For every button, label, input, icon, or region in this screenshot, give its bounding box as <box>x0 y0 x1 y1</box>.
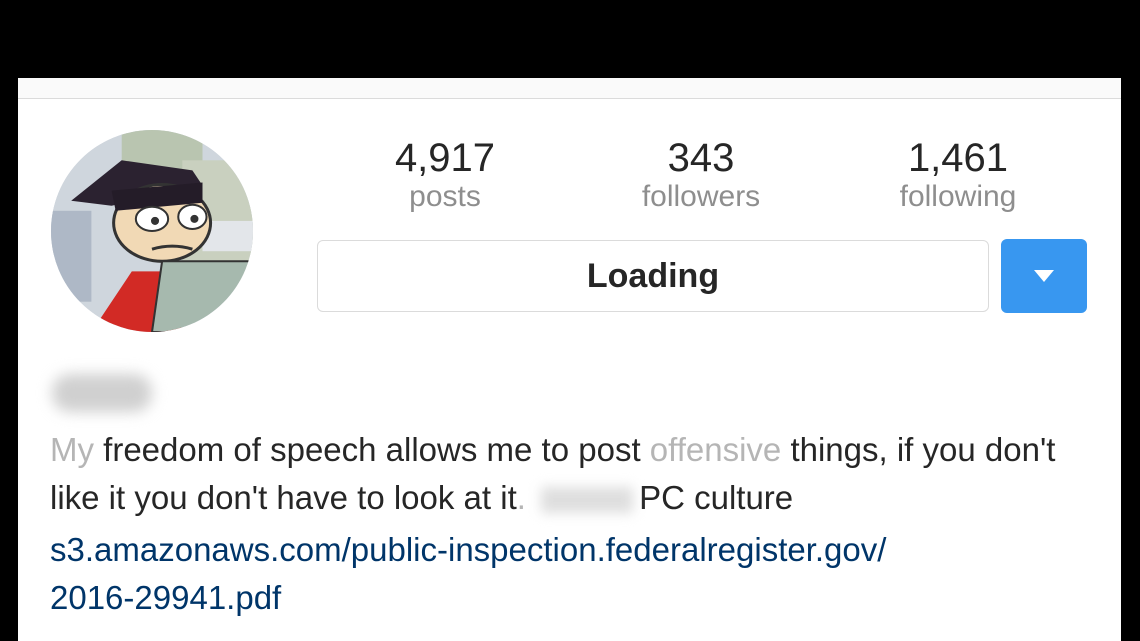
profile-screen: 4,917 posts 343 followers 1,461 followin… <box>18 78 1121 641</box>
profile-link-line2: 2016-29941.pdf <box>50 579 282 616</box>
profile-avatar[interactable] <box>51 130 253 332</box>
following-count: 1,461 <box>907 136 1009 180</box>
caret-down-icon <box>1034 270 1054 282</box>
profile-link-line1: s3.amazonaws.com/public-inspection.feder… <box>50 531 887 568</box>
followers-count: 343 <box>667 136 735 180</box>
followers-label: followers <box>641 180 761 213</box>
bio-text-part1: My <box>50 431 104 468</box>
profile-link[interactable]: s3.amazonaws.com/public-inspection.feder… <box>50 526 886 622</box>
stat-following[interactable]: 1,461 following <box>868 136 1048 214</box>
bio-redacted-word <box>541 487 634 514</box>
suggestions-dropdown-button[interactable] <box>1001 239 1087 313</box>
username-redacted <box>52 374 152 412</box>
profile-bio: My freedom of speech allows me to post o… <box>50 426 1090 522</box>
follow-button[interactable]: Loading <box>317 240 989 312</box>
bio-text-part3: offensive <box>649 431 782 468</box>
posts-count: 4,917 <box>394 136 496 180</box>
top-nav-divider <box>18 78 1121 99</box>
bio-text-part2: freedom of speech allows me to post <box>103 431 650 468</box>
follow-button-label: Loading <box>586 256 720 295</box>
bio-text-part6: PC culture <box>639 479 794 516</box>
following-label: following <box>899 180 1017 213</box>
avatar-image <box>51 130 253 332</box>
stat-followers[interactable]: 343 followers <box>611 136 791 214</box>
bio-text-part5: . <box>516 479 536 516</box>
posts-label: posts <box>409 180 481 213</box>
stat-posts[interactable]: 4,917 posts <box>355 136 535 214</box>
